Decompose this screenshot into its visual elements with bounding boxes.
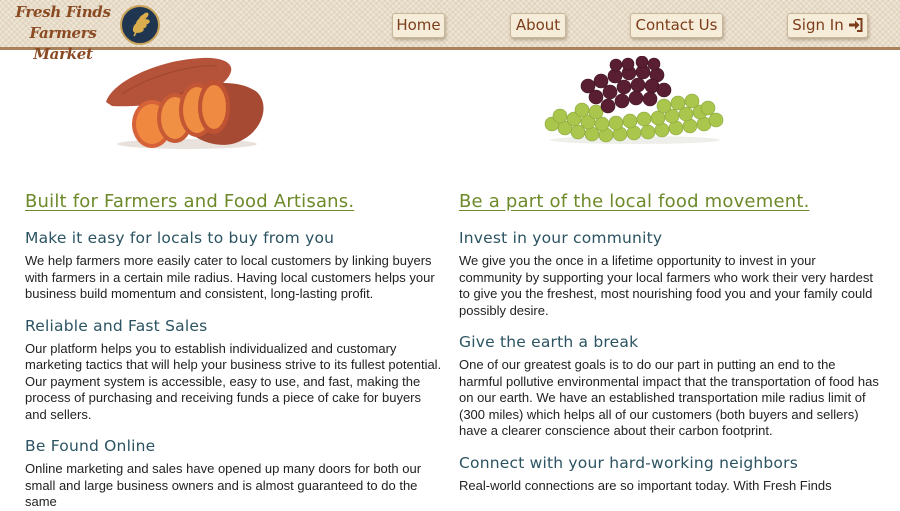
section-body: We help farmers more easily cater to loc…	[25, 253, 435, 301]
nav-signin-button[interactable]: Sign In	[787, 13, 868, 38]
logo-line-1: Fresh Finds	[15, 3, 111, 21]
grapes-image	[538, 55, 733, 146]
nav-contact-button[interactable]: Contact Us	[630, 13, 723, 38]
section-heading: Be Found Online	[25, 437, 156, 455]
farmers-column: Built for Farmers and Food Artisans. Mak…	[25, 186, 445, 511]
section-heading: Reliable and Fast Sales	[25, 316, 208, 335]
sign-in-icon	[848, 16, 863, 39]
community-title[interactable]: Be a part of the local food movement.	[459, 191, 879, 218]
community-column: Be a part of the local food movement. In…	[459, 186, 879, 494]
section-body: We give you the once in a lifetime oppor…	[459, 253, 873, 318]
section-body: One of our greatest goals is to do our p…	[459, 357, 879, 438]
section-heading: Give the earth a break	[459, 333, 639, 351]
signin-label: Sign In	[792, 16, 844, 34]
section-body: Online marketing and sales have opened u…	[25, 461, 422, 509]
section-body: Our platform helps you to establish indi…	[25, 340, 442, 422]
section-body: Real-world connections are so important …	[459, 477, 832, 493]
nav-home-button[interactable]: Home	[392, 13, 445, 38]
section-heading: Invest in your community	[459, 229, 663, 247]
section-heading: Make it easy for locals to buy from you	[25, 229, 335, 247]
sweet-potato-image	[102, 52, 272, 150]
section-heading: Connect with your hard-working neighbors	[459, 453, 798, 472]
site-header: Fresh Finds Farmers Market Home About Co…	[0, 0, 900, 63]
wheat-icon[interactable]	[120, 5, 160, 45]
nav-about-button[interactable]: About	[510, 13, 566, 38]
farmers-title[interactable]: Built for Farmers and Food Artisans.	[25, 191, 445, 218]
